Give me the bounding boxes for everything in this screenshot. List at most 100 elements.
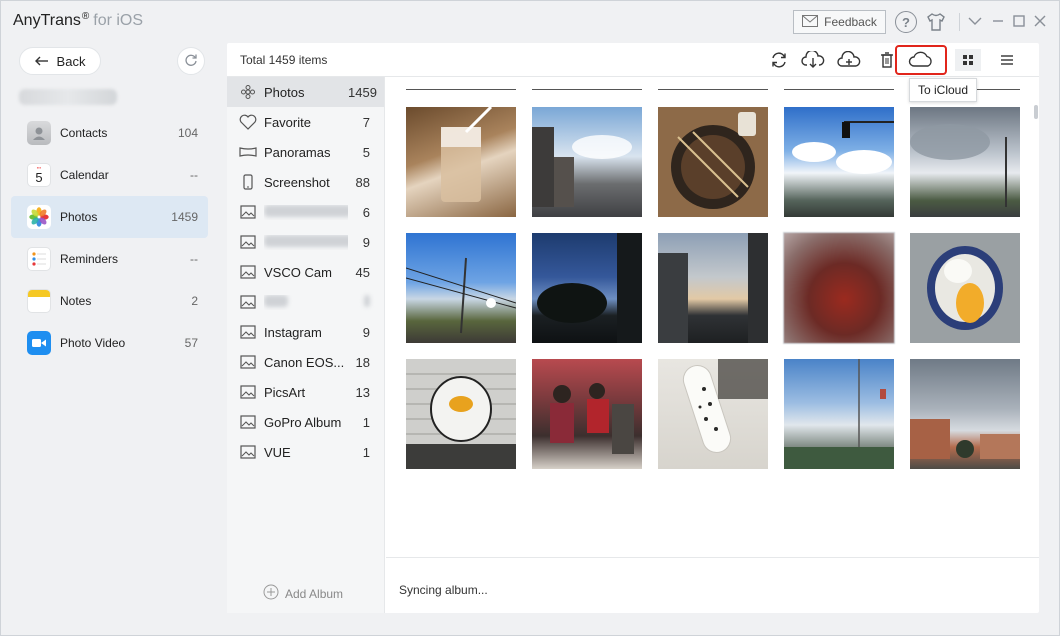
- close-icon[interactable]: [1032, 13, 1048, 29]
- album-item-blurred-2[interactable]: 9: [227, 227, 384, 257]
- back-button[interactable]: Back: [19, 47, 101, 75]
- album-count: 1: [362, 444, 370, 460]
- sidebar-item-photo-video[interactable]: Photo Video 57: [11, 322, 208, 364]
- feedback-button[interactable]: Feedback: [793, 10, 886, 34]
- album-item-vsco-cam[interactable]: VSCO Cam 45: [227, 257, 384, 287]
- device-refresh-button[interactable]: [177, 47, 205, 75]
- app-window: AnyTrans® for iOS Feedback ? Back Contac…: [0, 0, 1060, 636]
- photo-thumbnail[interactable]: [532, 107, 642, 217]
- album-item-vue[interactable]: VUE 1: [227, 437, 384, 467]
- image-icon: [239, 293, 257, 311]
- sidebar-item-count: 2: [191, 294, 198, 308]
- cloud-download-icon: [801, 51, 825, 68]
- album-label: Instagram: [264, 324, 322, 340]
- contacts-icon: [27, 121, 51, 145]
- app-name: AnyTrans: [13, 12, 81, 29]
- add-album-label: Add Album: [285, 586, 344, 601]
- album-count: 1: [362, 414, 370, 430]
- phone-icon: [239, 173, 257, 191]
- album-label: VUE: [264, 444, 291, 460]
- sidebar-item-count: --: [190, 252, 198, 266]
- download-to-pc-button[interactable]: [800, 49, 826, 71]
- notes-header: [28, 290, 50, 297]
- photo-thumbnail[interactable]: [910, 233, 1020, 343]
- cloud-add-icon: [837, 51, 861, 67]
- photo-thumbnail[interactable]: [910, 107, 1020, 217]
- album-item-blurred-1[interactable]: 6: [227, 197, 384, 227]
- photo-thumbnail[interactable]: [784, 107, 894, 217]
- total-items-label: Total 1459 items: [240, 53, 328, 67]
- album-item-photos[interactable]: Photos 1459: [227, 77, 384, 107]
- mail-icon: [802, 14, 819, 30]
- photo-thumbnail[interactable]: [532, 359, 642, 469]
- album-item-gopro-album[interactable]: GoPro Album 1: [227, 407, 384, 437]
- photo-thumbnail[interactable]: [658, 359, 768, 469]
- to-icloud-button[interactable]: [895, 45, 947, 75]
- sidebar-item-count: 57: [184, 336, 198, 350]
- photo-thumbnail[interactable]: [784, 359, 894, 469]
- calendar-day: 5: [35, 169, 43, 185]
- list-view-button[interactable]: [994, 49, 1020, 71]
- image-icon: [239, 203, 257, 221]
- sidebar-item-photos[interactable]: Photos 1459: [11, 196, 208, 238]
- photo-thumbnail[interactable]: [658, 107, 768, 217]
- list-icon: [1001, 55, 1013, 65]
- photo-thumbnail[interactable]: [406, 107, 516, 217]
- album-item-favorite[interactable]: Favorite 7: [227, 107, 384, 137]
- sidebar-item-reminders[interactable]: Reminders --: [11, 238, 208, 280]
- category-list: Contacts 104 ▪▪▪ 5 Calendar -- Photos 14…: [11, 112, 208, 364]
- cloud-icon: [908, 51, 932, 67]
- photo-grid: [386, 77, 1039, 557]
- sidebar-item-label: Calendar: [60, 168, 109, 182]
- device-name-blurred: [19, 89, 117, 105]
- sidebar-item-label: Notes: [60, 294, 92, 308]
- photo-thumbnail[interactable]: [910, 359, 1020, 469]
- album-item-canon-eos[interactable]: Canon EOS... 18: [227, 347, 384, 377]
- sidebar-item-label: Photo Video: [60, 336, 126, 350]
- sidebar-item-count: 1459: [171, 210, 198, 224]
- main-panel: Total 1459 items To iCloud Photos 1459 F…: [227, 43, 1039, 613]
- photo-thumbnail-blurred[interactable]: [784, 233, 894, 343]
- photo-thumbnail[interactable]: [406, 359, 516, 469]
- album-count: 1459: [348, 84, 377, 100]
- album-item-blurred-3[interactable]: [227, 287, 384, 317]
- photos-icon: [27, 205, 51, 229]
- album-item-screenshot[interactable]: Screenshot 88: [227, 167, 384, 197]
- photo-thumbnail[interactable]: [406, 233, 516, 343]
- album-label-blurred: [264, 294, 348, 310]
- sidebar-item-calendar[interactable]: ▪▪▪ 5 Calendar --: [11, 154, 208, 196]
- toolbar: Total 1459 items: [227, 43, 1039, 77]
- to-icloud-tooltip: To iCloud: [909, 78, 977, 102]
- grid-icon: [963, 55, 973, 65]
- calendar-icon: ▪▪▪ 5: [27, 163, 51, 187]
- sidebar-item-contacts[interactable]: Contacts 104: [11, 112, 208, 154]
- album-item-picsart[interactable]: PicsArt 13: [227, 377, 384, 407]
- add-photos-button[interactable]: [836, 49, 862, 71]
- chevron-down-icon[interactable]: [967, 13, 983, 29]
- scrollbar-thumb[interactable]: [1034, 105, 1038, 119]
- heart-icon: [239, 113, 257, 131]
- album-label-blurred: [264, 204, 348, 220]
- album-count-blurred: [348, 294, 384, 310]
- image-icon: [239, 383, 257, 401]
- album-item-instagram[interactable]: Instagram 9: [227, 317, 384, 347]
- add-album-button[interactable]: Add Album: [263, 584, 343, 603]
- refresh-button[interactable]: [766, 49, 792, 71]
- sidebar-item-notes[interactable]: Notes 2: [11, 280, 208, 322]
- album-item-panoramas[interactable]: Panoramas 5: [227, 137, 384, 167]
- skin-shirt-icon[interactable]: [925, 11, 947, 33]
- help-icon[interactable]: ?: [895, 11, 917, 33]
- album-label: PicsArt: [264, 384, 306, 400]
- row-divider: [406, 89, 516, 90]
- album-count: 45: [355, 264, 370, 280]
- maximize-icon[interactable]: [1011, 13, 1027, 29]
- album-label: GoPro Album: [264, 414, 342, 430]
- minimize-icon[interactable]: [990, 13, 1006, 29]
- album-label-blurred: [264, 234, 348, 250]
- sidebar-item-count: --: [190, 168, 198, 182]
- app-reg-mark: ®: [81, 11, 90, 22]
- image-icon: [239, 323, 257, 341]
- grid-view-button[interactable]: [955, 49, 981, 71]
- photo-thumbnail[interactable]: [658, 233, 768, 343]
- photo-thumbnail[interactable]: [532, 233, 642, 343]
